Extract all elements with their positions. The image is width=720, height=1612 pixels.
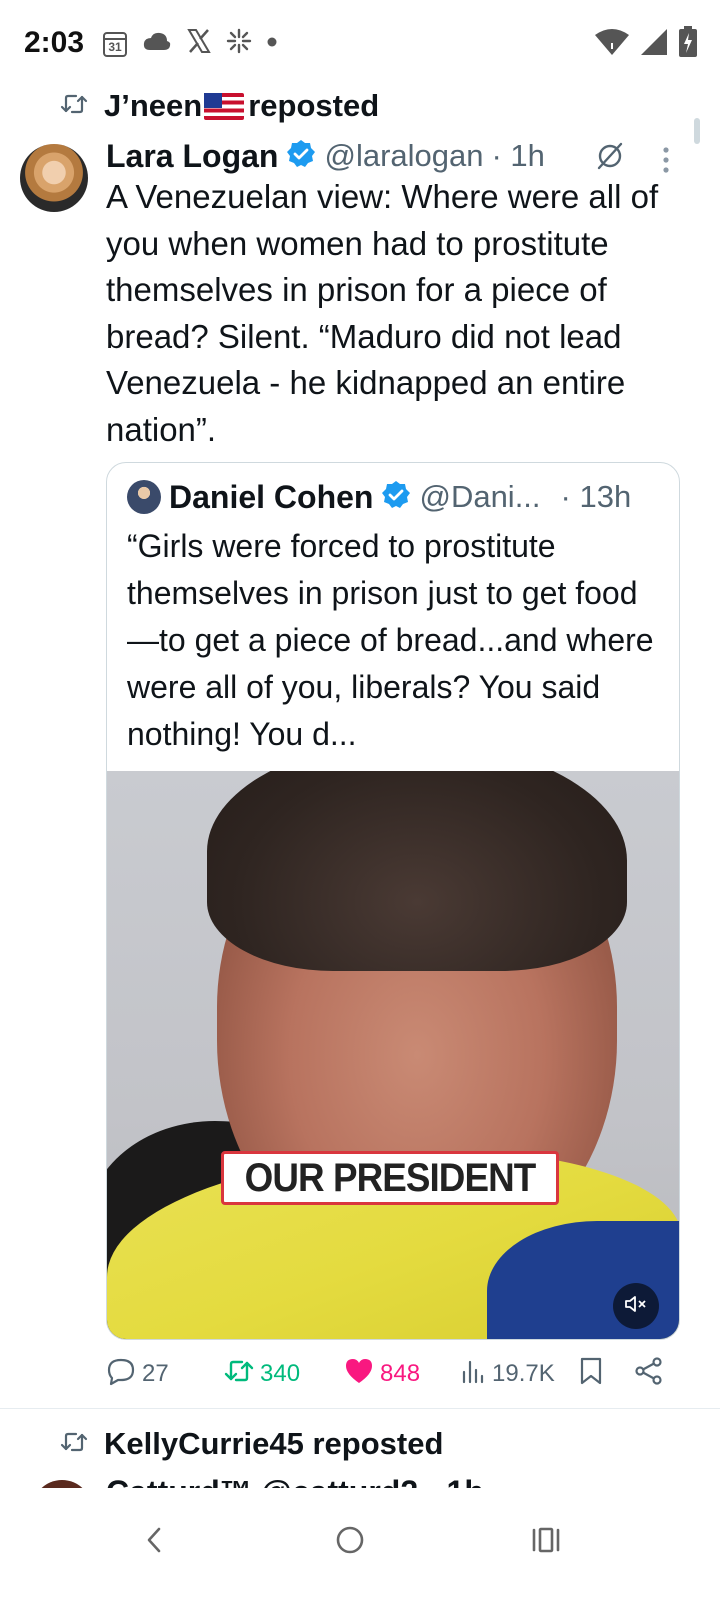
tweet-text[interactable]: A Venezuelan view: Where were all of you… [106,174,686,453]
home-button[interactable] [320,1512,380,1572]
calendar-day: 31 [108,39,122,54]
next-repost-context[interactable]: KellyCurrie45 reposted [60,1424,443,1464]
repost-context[interactable]: J’neen reposted [60,86,379,126]
reposted-suffix: reposted [248,88,380,123]
like-button[interactable]: 848 [344,1352,420,1396]
tweet-actions: 27 340 848 19.7K [106,1352,676,1396]
quoted-tweet-text: “Girls were forced to prostitute themsel… [127,528,654,752]
repost-count: 340 [260,1360,301,1387]
heart-filled-icon [344,1357,374,1392]
tweet-header: Lara Logan @laralogan · 1h [106,134,545,178]
status-time: 2:03 [24,26,85,59]
repost-icon [60,1431,88,1458]
quoted-tweet-header: Daniel Cohen @Dani... · 13h [127,477,631,517]
scroll-indicator[interactable] [694,118,700,144]
video-frame-hair [207,771,627,971]
views-count: 19.7K [492,1360,555,1387]
next-tweet-header-text: Catturd™ @catturd2 · 1h [106,1474,484,1488]
wifi-icon [594,27,630,62]
bookmark-icon [578,1356,604,1393]
share-button[interactable] [634,1352,664,1396]
quoted-tweet-card[interactable]: Daniel Cohen @Dani... · 13h “Girls were … [106,462,680,1340]
us-flag-icon [204,92,245,120]
quoted-verified-badge-icon [381,480,411,515]
system-status-icons [594,26,698,63]
reposter-name: J’neen [104,88,203,123]
author-handle[interactable]: @laralogan [324,138,483,174]
system-navigation-bar [0,1488,720,1612]
grok-icon[interactable] [594,140,626,177]
author-name[interactable]: Lara Logan [106,138,278,175]
reply-count: 27 [142,1360,169,1387]
video-caption: OUR PRESIDENT [221,1151,559,1205]
bookmark-button[interactable] [578,1352,604,1396]
dot-icon [266,35,278,53]
home-circle-icon [334,1524,366,1561]
back-button[interactable] [124,1512,184,1572]
battery-charging-icon [678,26,698,63]
next-repost-label: KellyCurrie45 reposted [104,1426,444,1461]
cloud-icon [142,30,172,57]
repost-button[interactable]: 340 [224,1352,300,1396]
x-logo-icon [186,28,212,59]
next-tweet-peek[interactable]: Catturd™ @catturd2 · 1h [20,1474,720,1488]
status-bar: 2:03 31 [0,0,720,90]
calendar-icon: 31 [102,30,128,58]
recents-icon [530,1525,562,1560]
repost-action-icon [224,1358,254,1391]
verified-badge-icon [286,139,316,174]
views-chart-icon [460,1358,486,1391]
repost-label: J’neen reposted [104,88,379,124]
like-count: 848 [380,1360,421,1387]
video-caption-text: OUR PRESIDENT [244,1155,537,1200]
reply-icon [106,1356,136,1393]
quoted-author-handle: @Dani... [419,479,541,514]
quoted-author-name: Daniel Cohen [169,478,374,515]
reply-button[interactable]: 27 [106,1352,169,1396]
notification-icons: 31 [102,28,278,59]
quoted-tweet-time: · 13h [560,479,632,514]
share-icon [634,1356,664,1393]
quoted-author-avatar [127,480,161,514]
speaker-muted-icon [624,1294,648,1319]
tweet-divider [0,1408,720,1409]
signal-icon [640,28,668,61]
next-author-avatar [32,1480,92,1488]
repost-icon [60,93,88,120]
recents-button[interactable] [516,1512,576,1572]
author-avatar[interactable] [20,144,88,212]
mute-button[interactable] [613,1283,659,1329]
tweet-time: · 1h [491,138,545,173]
video-player[interactable]: OUR PRESIDENT [107,771,679,1339]
views-button[interactable]: 19.7K [460,1352,555,1396]
back-chevron-icon [142,1524,166,1561]
sparkle-icon [226,28,252,59]
